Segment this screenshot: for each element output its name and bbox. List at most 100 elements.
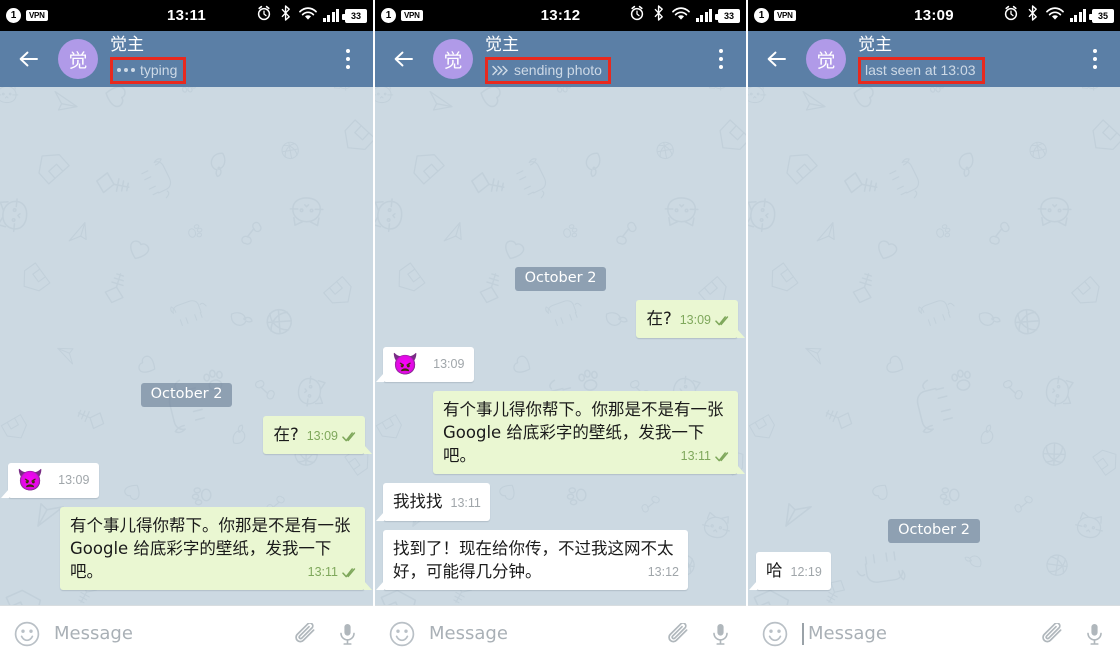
message-time: 13:09 <box>679 313 711 327</box>
microphone-icon[interactable] <box>711 623 730 645</box>
header-titles[interactable]: 觉主 last seen at 13:03 <box>858 35 1080 84</box>
smiley-icon[interactable] <box>14 621 40 647</box>
contact-status-highlight: typing <box>110 56 187 84</box>
message-row: 有个事儿得你帮下。你那是不是有一张 Google 给底彩字的壁纸，发我一下吧。 1… <box>383 391 745 474</box>
status-bar: 1 VPN 13:09 35 <box>748 0 1120 31</box>
message-bubble-emoji[interactable]: 👿 13:09 <box>375 347 475 382</box>
contact-status: last seen at 13:03 <box>858 56 985 84</box>
sending-chevrons-icon <box>492 65 509 76</box>
overflow-menu-icon[interactable] <box>706 42 736 76</box>
contact-status-text: sending photo <box>514 61 602 78</box>
message-row: 👿 13:09 <box>375 347 738 382</box>
paperclip-icon[interactable] <box>294 622 316 645</box>
message-time: 13:11 <box>680 449 711 463</box>
chat-header: 觉觉主 sending photo <box>375 31 746 87</box>
header-titles[interactable]: 觉主 sending photo <box>485 35 706 84</box>
header-titles[interactable]: 觉主 typing <box>110 35 333 84</box>
message-input-placeholder: Message <box>429 623 508 644</box>
chat-header: 觉觉主 last seen at 13:03 <box>748 31 1120 87</box>
alarm-icon <box>256 5 272 26</box>
message-composer: Message <box>748 605 1120 661</box>
bluetooth-icon <box>278 5 293 26</box>
back-button[interactable] <box>389 44 419 74</box>
message-row: 有个事儿得你帮下。你那是不是有一张 Google 给底彩字的壁纸，发我一下吧。 1… <box>8 507 372 590</box>
battery-icon: 33 <box>342 8 367 23</box>
contact-name: 觉主 <box>485 34 519 55</box>
message-text: 在? <box>646 309 672 328</box>
message-composer: Message <box>375 605 746 661</box>
bluetooth-icon <box>1025 5 1040 26</box>
message-row: 找到了！现在给你传，不过我这网不太好，可能得几分钟。 13:12 <box>376 530 738 590</box>
delivered-ticks-icon <box>342 567 356 579</box>
message-list[interactable]: October 2 在? 13:09 👿 13:09 有个事儿得你帮下。你那是不是有一张 … <box>375 87 746 605</box>
overflow-menu-icon[interactable] <box>1080 42 1110 76</box>
date-separator-row: October 2 <box>8 383 365 407</box>
status-bar-right: 35 <box>1003 5 1114 26</box>
microphone-icon[interactable] <box>1085 623 1104 645</box>
devil-emoji-icon: 👿 <box>17 468 44 492</box>
date-separator: October 2 <box>514 267 607 291</box>
contact-status-text: last seen at 13:03 <box>865 61 976 78</box>
contact-status: sending photo <box>485 56 611 84</box>
battery-icon: 33 <box>715 8 740 23</box>
battery-icon: 35 <box>1089 8 1114 23</box>
typing-dots-icon <box>117 68 135 72</box>
smiley-icon[interactable] <box>762 621 788 647</box>
status-bar-right: 33 <box>256 5 367 26</box>
message-time: 13:09 <box>58 473 90 487</box>
phone-screen-1: 1 VPN 13:11 33 觉觉主 typing October 2 在? 13:09 👿 13:… <box>0 0 373 661</box>
back-button[interactable] <box>762 44 792 74</box>
message-list[interactable]: October 2 在? 13:09 👿 13:09 有个事儿得你帮下。你那是不是有一张 … <box>0 87 373 605</box>
paperclip-icon[interactable] <box>1041 622 1063 645</box>
overflow-menu-icon[interactable] <box>333 42 363 76</box>
message-bubble[interactable]: 找到了！现在给你传，不过我这网不太好，可能得几分钟。 13:12 <box>376 530 688 590</box>
message-time: 13:11 <box>450 496 481 510</box>
message-row: 哈 12:19 <box>749 552 1112 590</box>
signal-icon <box>1069 9 1086 22</box>
message-bubble[interactable]: 有个事儿得你帮下。你那是不是有一张 Google 给底彩字的壁纸，发我一下吧。 1… <box>433 391 745 474</box>
message-bubble-emoji[interactable]: 👿 13:09 <box>0 463 100 498</box>
wifi-icon <box>1045 6 1064 26</box>
devil-emoji-icon: 👿 <box>392 352 419 376</box>
contact-status-text: typing <box>140 61 178 78</box>
message-bubble[interactable]: 哈 12:19 <box>749 552 831 590</box>
paperclip-icon[interactable] <box>667 622 689 645</box>
three-panel-comparison: 1 VPN 13:11 33 觉觉主 typing October 2 在? 13:09 👿 13:… <box>0 0 1120 661</box>
signal-icon <box>322 9 339 22</box>
message-row: 我找找 13:11 <box>376 483 738 521</box>
message-input[interactable]: Message <box>54 623 294 644</box>
message-row: 在? 13:09 <box>8 416 372 454</box>
message-input[interactable]: Message <box>429 623 667 644</box>
contact-avatar[interactable]: 觉 <box>58 39 98 79</box>
signal-icon <box>695 9 712 22</box>
message-text: 哈 <box>766 561 783 580</box>
contact-name: 觉主 <box>858 34 892 55</box>
date-separator-row: October 2 <box>756 519 1112 543</box>
message-text: 在? <box>273 425 299 444</box>
message-time: 13:12 <box>647 565 679 579</box>
message-bubble[interactable]: 我找找 13:11 <box>376 483 490 521</box>
status-bar: 1 VPN 13:11 33 <box>0 0 373 31</box>
message-bubble[interactable]: 在? 13:09 <box>636 300 745 338</box>
back-button[interactable] <box>14 44 44 74</box>
message-time: 13:11 <box>307 565 338 579</box>
contact-avatar[interactable]: 觉 <box>433 39 473 79</box>
status-bar: 1 VPN 13:12 33 <box>375 0 746 31</box>
message-meta: 13:09 <box>307 425 356 448</box>
message-bubble[interactable]: 在? 13:09 <box>263 416 372 454</box>
phone-screen-2: 1 VPN 13:12 33 觉觉主 sending photo October 2 在? 13… <box>373 0 746 661</box>
smiley-icon[interactable] <box>389 621 415 647</box>
message-row: 在? 13:09 <box>383 300 745 338</box>
bluetooth-icon <box>651 5 666 26</box>
message-time: 12:19 <box>790 565 822 579</box>
message-row: 👿 13:09 <box>0 463 365 498</box>
contact-avatar[interactable]: 觉 <box>806 39 846 79</box>
message-list[interactable]: October 2 哈 12:19 <box>748 87 1120 605</box>
message-input[interactable]: Message <box>802 622 1041 645</box>
phone-screen-3: 1 VPN 13:09 35 觉觉主 last seen at 13:03 October … <box>746 0 1120 661</box>
text-caret <box>802 622 804 645</box>
message-bubble[interactable]: 有个事儿得你帮下。你那是不是有一张 Google 给底彩字的壁纸，发我一下吧。 1… <box>60 507 372 590</box>
microphone-icon[interactable] <box>338 623 357 645</box>
contact-status-highlight: last seen at 13:03 <box>858 56 985 84</box>
delivered-ticks-icon <box>342 431 356 443</box>
